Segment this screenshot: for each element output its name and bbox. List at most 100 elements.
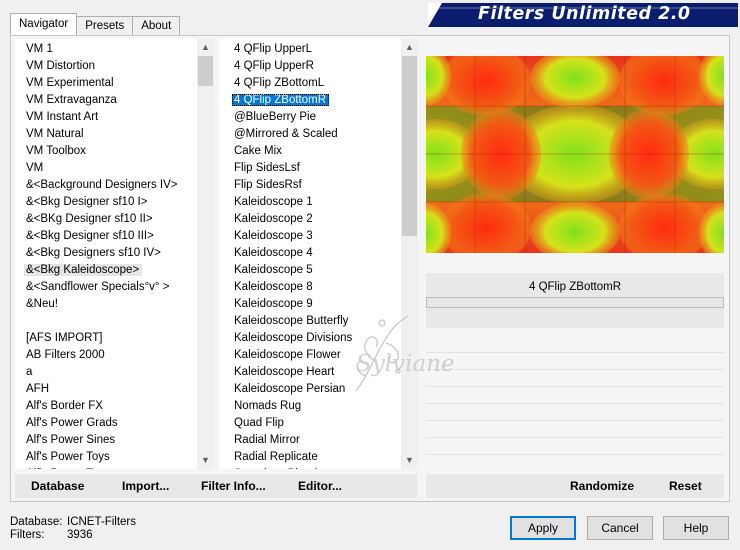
category-item[interactable]: Alf's Border FX [15,398,197,415]
category-item[interactable]: a [15,364,197,381]
category-item-label: Alf's Power Grads [26,417,118,429]
category-scrollbar[interactable]: ▲ ▼ [197,39,214,469]
filter-item[interactable]: Radial Mirror [219,432,401,449]
filter-item[interactable]: Seamless Blend [219,466,401,469]
scroll-up-icon[interactable]: ▲ [401,39,418,56]
category-item[interactable]: VM Extravaganza [15,92,197,109]
filter-item-label: Seamless Blend [232,468,320,469]
filter-item[interactable]: Flip SidesRsf [219,177,401,194]
category-item[interactable]: Alf's Power Grads [15,415,197,432]
category-item[interactable]: &<Bkg Designers sf10 IV> [15,245,197,262]
left-toolbar: Database Import... Filter Info... Editor… [15,474,417,498]
category-item[interactable]: VM [15,160,197,177]
cancel-button[interactable]: Cancel [587,516,653,540]
filter-item[interactable]: Kaleidoscope 3 [219,228,401,245]
category-item-label: VM [26,162,44,174]
category-item[interactable]: &<Bkg Designer sf10 I> [15,194,197,211]
category-item[interactable]: VM Toolbox [15,143,197,160]
scroll-thumb[interactable] [402,56,417,236]
filter-item[interactable]: Kaleidoscope 1 [219,194,401,211]
category-item[interactable]: &<Bkg Kaleidoscope> [15,262,197,279]
import-button[interactable]: Import... [122,479,169,493]
category-item[interactable]: [AFS IMPORT] [15,330,197,347]
category-item[interactable]: VM Experimental [15,75,197,92]
editor-button[interactable]: Editor... [298,479,342,493]
filter-name-panel: 4 QFlip ZBottomR [426,273,724,328]
preview-area [391,46,740,263]
right-toolbar: Randomize Reset [426,474,724,498]
banner-title: Filters Unlimited 2.0 [478,4,691,24]
filter-item[interactable]: 4 QFlip UpperR [219,58,401,75]
category-item-label: VM Distortion [26,60,96,72]
filter-item-label: Kaleidoscope 8 [234,281,313,293]
category-item-label: &<Bkg Designers sf10 IV> [26,247,161,259]
filter-item[interactable]: @Mirrored & Scaled [219,126,401,143]
filter-info-button[interactable]: Filter Info... [201,479,266,493]
category-item[interactable]: VM 1 [15,41,197,58]
filter-item[interactable]: Radial Replicate [219,449,401,466]
help-button[interactable]: Help [663,516,729,540]
category-item[interactable]: &<BKg Designer sf10 II> [15,211,197,228]
category-item[interactable]: &<Bkg Designer sf10 III> [15,228,197,245]
apply-button[interactable]: Apply [510,516,576,540]
category-item[interactable]: VM Natural [15,126,197,143]
filter-item[interactable]: Quad Flip [219,415,401,432]
category-item-label: &<Bkg Designer sf10 III> [26,230,154,242]
tab-navigator[interactable]: Navigator [10,13,78,35]
randomize-button[interactable]: Randomize [570,479,634,493]
category-item[interactable]: &Neu! [15,296,197,313]
scroll-up-icon[interactable]: ▲ [197,39,214,56]
navigator-panel: VM 1 VM Distortion VM Experimental VM Extra… [10,35,740,502]
category-item[interactable]: AB Filters 2000 [15,347,197,364]
scroll-down-icon[interactable]: ▼ [197,452,214,469]
scroll-down-icon[interactable]: ▼ [401,452,418,469]
category-item-label: Alf's Power Toys [24,468,113,469]
filter-item-label: Nomads Rug [234,400,302,412]
reset-button[interactable]: Reset [669,479,702,493]
filter-item[interactable]: @BlueBerry Pie [219,109,401,126]
filter-item[interactable]: 4 QFlip ZBottomL [219,75,401,92]
filter-item[interactable]: Kaleidoscope 5 [219,262,401,279]
filter-item-label: 4 QFlip UpperL [234,43,312,55]
category-item[interactable]: Alf's Power Sines [15,432,197,449]
filter-item[interactable]: 4 QFlip ZBottomR [219,92,401,109]
filter-item[interactable]: 4 QFlip UpperL [219,41,401,58]
selected-filter-label: 4 QFlip ZBottomR [528,281,622,293]
tab-presets[interactable]: Presets [76,16,134,35]
category-item-label: AFH [26,383,49,395]
filter-item[interactable]: Cake Mix [219,143,401,160]
status-info: Database: ICNET-Filters Filters: 3936 [10,516,136,542]
filter-item[interactable]: Kaleidoscope 8 [219,279,401,296]
filter-item-label: 4 QFlip ZBottomL [234,77,325,89]
filter-item-label: Flip SidesLsf [234,162,300,174]
category-item[interactable]: AFH [15,381,197,398]
category-item[interactable] [15,313,197,330]
filter-item-label: Kaleidoscope 4 [234,247,313,259]
database-button[interactable]: Database [31,479,84,493]
category-item[interactable]: Alf's Power Toys [15,449,197,466]
filter-scrollbar[interactable]: ▲ ▼ [401,39,418,469]
category-item[interactable]: VM Instant Art [15,109,197,126]
category-item-label: &<Bkg Kaleidoscope> [24,264,143,276]
tab-about[interactable]: About [132,16,181,35]
filter-item[interactable]: Kaleidoscope 4 [219,245,401,262]
category-item[interactable]: &<Sandflower Specials°v° > [15,279,197,296]
category-item-label [24,315,29,327]
filter-item[interactable]: Flip SidesLsf [219,160,401,177]
category-item-label: VM Instant Art [26,111,99,123]
scroll-thumb[interactable] [198,56,213,86]
filters-label: Filters: [10,529,45,541]
database-value: ICNET-Filters [67,516,136,528]
filter-item-label: Kaleidoscope 3 [234,230,313,242]
filter-list[interactable]: 4 QFlip UpperL 4 QFlip UpperR 4 QFlip ZBot… [219,39,418,469]
watermark-text: Sylviane [356,351,455,377]
category-item-label: &<Bkg Designer sf10 I> [26,196,148,208]
category-item-label: &<Sandflower Specials°v° > [26,281,170,293]
category-list[interactable]: VM 1 VM Distortion VM Experimental VM Extra… [15,39,214,469]
filter-item[interactable]: Kaleidoscope 2 [219,211,401,228]
filter-item-label: Kaleidoscope 1 [234,196,313,208]
category-item-label: a [26,366,33,378]
category-item[interactable]: VM Distortion [15,58,197,75]
category-item[interactable]: &<Background Designers IV> [15,177,197,194]
category-item[interactable]: Alf's Power Toys [15,466,197,469]
